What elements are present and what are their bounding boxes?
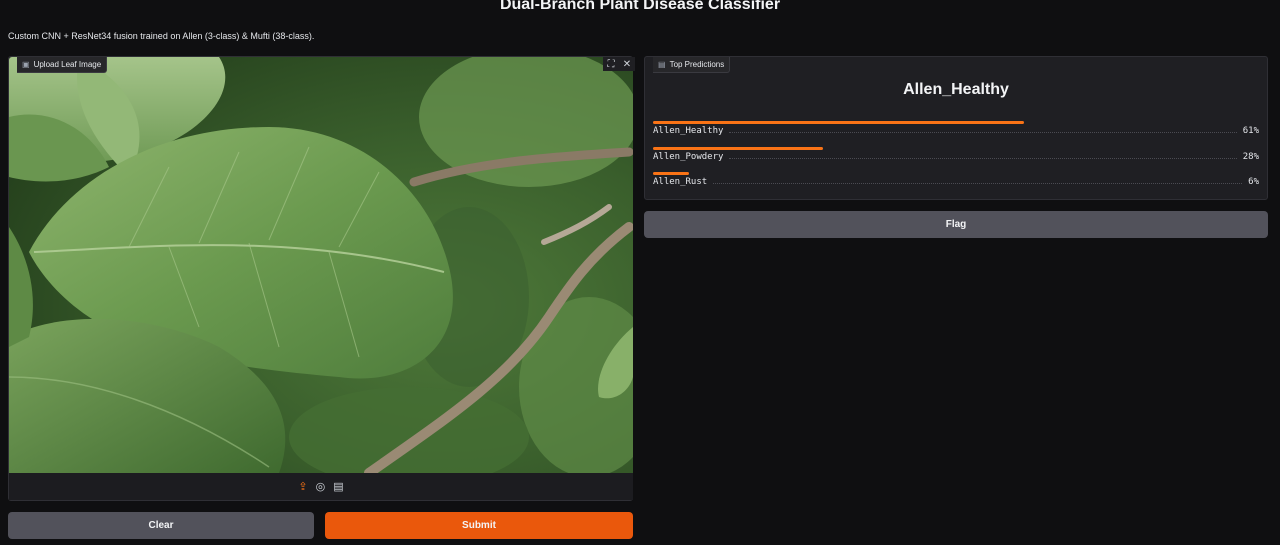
input-panel-label-text: Upload Leaf Image	[33, 60, 102, 69]
prediction-name: Allen_Rust	[653, 177, 708, 187]
prediction-name: Allen_Healthy	[653, 126, 724, 136]
fullscreen-icon[interactable]: ⛶	[603, 57, 619, 71]
confidence-bar	[653, 121, 1024, 124]
predictions-panel: ▤ Top Predictions Allen_Healthy Allen_He…	[644, 56, 1268, 200]
bar-chart-icon: ▤	[658, 60, 666, 69]
page-title: Dual-Branch Plant Disease Classifier	[499, 0, 781, 13]
prediction-item[interactable]: Allen_Rust 6%	[653, 172, 1259, 192]
upload-icon[interactable]: ⇪	[298, 480, 307, 493]
image-icon: ▣	[22, 60, 30, 69]
prediction-percent: 61%	[1242, 126, 1259, 136]
confidence-bar	[653, 147, 823, 150]
input-panel-label: ▣ Upload Leaf Image	[17, 57, 108, 73]
dotted-leader	[713, 183, 1243, 184]
dotted-leader	[729, 132, 1237, 133]
flag-button[interactable]: Flag	[644, 211, 1268, 238]
prediction-item[interactable]: Allen_Powdery 28%	[653, 147, 1259, 167]
image-toolbar: ⇪ ◎ ▤	[9, 473, 633, 500]
output-panel-label: ▤ Top Predictions	[653, 57, 731, 73]
prediction-percent: 28%	[1242, 152, 1259, 162]
page-description: Custom CNN + ResNet34 fusion trained on …	[8, 31, 315, 41]
clipboard-icon[interactable]: ▤	[333, 480, 343, 493]
top-prediction-label: Allen_Healthy	[903, 81, 1009, 98]
image-input-panel[interactable]: ▣ Upload Leaf Image ⛶ ✕ ⇪ ◎ ▤	[8, 56, 635, 501]
dotted-leader	[729, 158, 1237, 159]
close-icon[interactable]: ✕	[619, 57, 635, 71]
submit-button[interactable]: Submit	[325, 512, 633, 539]
output-panel-label-text: Top Predictions	[669, 60, 725, 69]
confidence-bar	[653, 172, 689, 175]
clear-button[interactable]: Clear	[8, 512, 314, 539]
prediction-name: Allen_Powdery	[653, 152, 724, 162]
prediction-percent: 6%	[1248, 177, 1259, 187]
prediction-item[interactable]: Allen_Healthy 61%	[653, 121, 1259, 141]
leaf-image	[9, 57, 633, 473]
webcam-icon[interactable]: ◎	[316, 480, 326, 493]
